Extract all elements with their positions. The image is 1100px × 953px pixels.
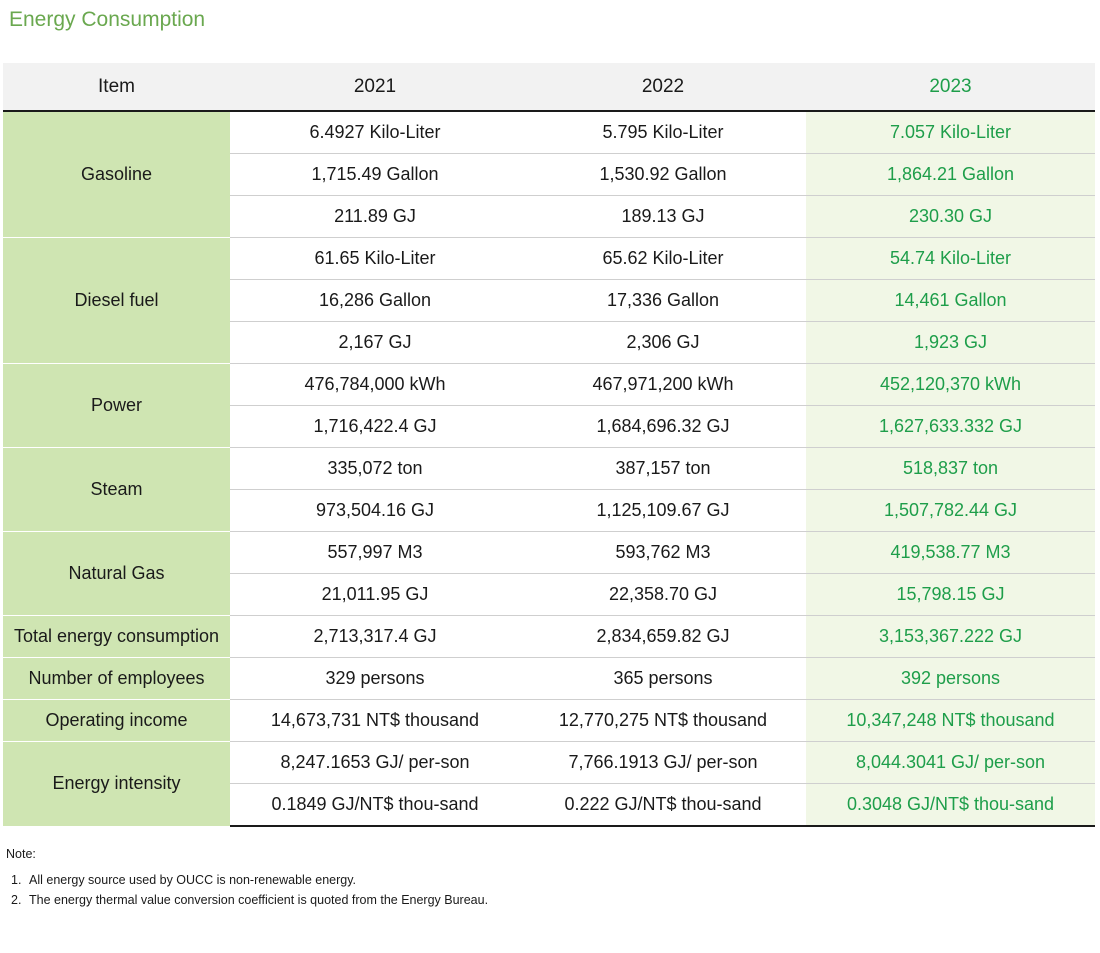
- table-row: Natural Gas 557,997 M3 593,762 M3 419,538.7…: [3, 531, 1095, 616]
- row-item-label: Power: [3, 363, 230, 448]
- cell-2021: 211.89 GJ: [230, 195, 520, 238]
- header-2022: 2022: [520, 63, 806, 112]
- cell-2023: 419,538.77 M3: [806, 531, 1095, 574]
- note-number: 2.: [11, 893, 22, 907]
- cell-2023: 1,627,633.332 GJ: [806, 405, 1095, 448]
- cell-2021: 1,716,422.4 GJ: [230, 405, 520, 448]
- cell-2021: 557,997 M3: [230, 531, 520, 574]
- cell-2023: 452,120,370 kWh: [806, 363, 1095, 406]
- cell-2021: 8,247.1653 GJ/ per-son: [230, 741, 520, 784]
- cell-2022: 467,971,200 kWh: [520, 363, 806, 406]
- note-list: 1. All energy source used by OUCC is non-…: [11, 873, 488, 913]
- header-item: Item: [3, 63, 230, 112]
- cell-2021: 61.65 Kilo-Liter: [230, 237, 520, 280]
- cell-2022: 593,762 M3: [520, 531, 806, 574]
- row-item-label: Energy intensity: [3, 741, 230, 827]
- table-row: Diesel fuel 61.65 Kilo-Liter 65.62 Kilo-Li…: [3, 237, 1095, 364]
- cell-2021: 335,072 ton: [230, 447, 520, 490]
- table-row: Steam 335,072 ton 387,157 ton 518,837 ton: [3, 447, 1095, 532]
- cell-2023: 230.30 GJ: [806, 195, 1095, 238]
- cell-2021: 973,504.16 GJ: [230, 489, 520, 532]
- cell-2023: 14,461 Gallon: [806, 279, 1095, 322]
- cell-2023: 1,507,782.44 GJ: [806, 489, 1095, 532]
- table-row: Power 476,784,000 kWh 467,971,200 kWh 452,1…: [3, 363, 1095, 448]
- cell-2021: 2,713,317.4 GJ: [230, 615, 520, 658]
- table-header-row: Item 2021 2022 2023: [3, 63, 1095, 112]
- note-text: All energy source used by OUCC is non-re…: [29, 873, 357, 887]
- row-item-label: Number of employees: [3, 657, 230, 700]
- cell-2022: 1,125,109.67 GJ: [520, 489, 806, 532]
- cell-2023: 1,923 GJ: [806, 321, 1095, 364]
- cell-2022: 12,770,275 NT$ thousand: [520, 699, 806, 742]
- cell-2022: 65.62 Kilo-Liter: [520, 237, 806, 280]
- note-item: 1. All energy source used by OUCC is non-…: [11, 873, 488, 893]
- cell-2021: 476,784,000 kWh: [230, 363, 520, 406]
- note-number: 1.: [11, 873, 22, 887]
- page-title: Energy Consumption: [9, 8, 206, 31]
- cell-2023: 15,798.15 GJ: [806, 573, 1095, 616]
- cell-2022: 1,530.92 Gallon: [520, 153, 806, 196]
- energy-consumption-table: Item 2021 2022 2023 Gasoline 6.4927 Kilo-…: [3, 63, 1095, 827]
- cell-2021: 6.4927 Kilo-Liter: [230, 111, 520, 154]
- note-item: 2. The energy thermal value conversion co…: [11, 893, 488, 913]
- cell-2021: 0.1849 GJ/NT$ thou-sand: [230, 783, 520, 827]
- cell-2021: 2,167 GJ: [230, 321, 520, 364]
- cell-2023: 10,347,248 NT$ thousand: [806, 699, 1095, 742]
- cell-2022: 365 persons: [520, 657, 806, 700]
- cell-2022: 0.222 GJ/NT$ thou-sand: [520, 783, 806, 827]
- table-row: Total energy consumption 2,713,317.4 GJ 2,…: [3, 615, 1095, 658]
- cell-2021: 1,715.49 Gallon: [230, 153, 520, 196]
- cell-2023: 518,837 ton: [806, 447, 1095, 490]
- row-item-label: Operating income: [3, 699, 230, 742]
- cell-2022: 387,157 ton: [520, 447, 806, 490]
- cell-2022: 7,766.1913 GJ/ per-son: [520, 741, 806, 784]
- cell-2023: 54.74 Kilo-Liter: [806, 237, 1095, 280]
- cell-2022: 2,834,659.82 GJ: [520, 615, 806, 658]
- header-2023: 2023: [806, 63, 1095, 112]
- cell-2023: 3,153,367.222 GJ: [806, 615, 1095, 658]
- cell-2023: 1,864.21 Gallon: [806, 153, 1095, 196]
- cell-2022: 22,358.70 GJ: [520, 573, 806, 616]
- table-row: Gasoline 6.4927 Kilo-Liter 5.795 Kilo-Lite…: [3, 111, 1095, 238]
- table-row: Number of employees 329 persons 365 person…: [3, 657, 1095, 700]
- cell-2022: 5.795 Kilo-Liter: [520, 111, 806, 154]
- cell-2023: 0.3048 GJ/NT$ thou-sand: [806, 783, 1095, 827]
- table-row: Operating income 14,673,731 NT$ thousand 1…: [3, 699, 1095, 742]
- row-item-label: Natural Gas: [3, 531, 230, 616]
- cell-2022: 1,684,696.32 GJ: [520, 405, 806, 448]
- note-text: The energy thermal value conversion coef…: [29, 893, 489, 907]
- row-item-label: Diesel fuel: [3, 237, 230, 364]
- cell-2023: 392 persons: [806, 657, 1095, 700]
- header-2021: 2021: [230, 63, 520, 112]
- cell-2023: 8,044.3041 GJ/ per-son: [806, 741, 1095, 784]
- cell-2021: 329 persons: [230, 657, 520, 700]
- cell-2021: 14,673,731 NT$ thousand: [230, 699, 520, 742]
- cell-2023: 7.057 Kilo-Liter: [806, 111, 1095, 154]
- row-item-label: Gasoline: [3, 111, 230, 238]
- table-row: Energy intensity 8,247.1653 GJ/ per-son 7,…: [3, 741, 1095, 827]
- cell-2022: 2,306 GJ: [520, 321, 806, 364]
- cell-2021: 16,286 Gallon: [230, 279, 520, 322]
- row-item-label: Total energy consumption: [3, 615, 230, 658]
- table-body: Gasoline 6.4927 Kilo-Liter 5.795 Kilo-Lite…: [3, 111, 1095, 827]
- row-item-label: Steam: [3, 447, 230, 532]
- cell-2021: 21,011.95 GJ: [230, 573, 520, 616]
- note-label: Note:: [6, 847, 36, 861]
- cell-2022: 17,336 Gallon: [520, 279, 806, 322]
- cell-2022: 189.13 GJ: [520, 195, 806, 238]
